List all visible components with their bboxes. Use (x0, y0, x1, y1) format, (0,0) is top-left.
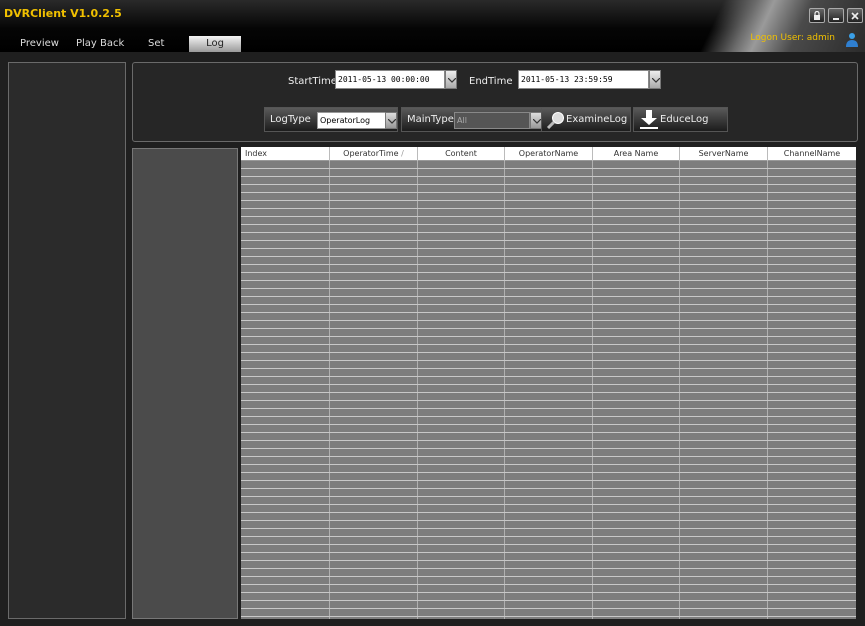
start-time-field[interactable]: 2011-05-13 00:00:00 (335, 70, 445, 89)
end-time-dropdown[interactable] (649, 70, 661, 89)
lock-button[interactable] (809, 8, 825, 23)
user-icon (846, 33, 858, 47)
app-title: DVRClient V1.0.2.5 (4, 7, 122, 20)
chevron-down-icon (448, 78, 456, 83)
close-button[interactable] (847, 8, 863, 23)
column-header-areaname[interactable]: Area Name (593, 147, 680, 161)
sort-indicator-icon: / (401, 149, 404, 158)
column-header-index[interactable]: Index (241, 147, 330, 161)
table-header: Index OperatorTime / Content OperatorNam… (241, 147, 856, 161)
title-bar: DVRClient V1.0.2.5 Preview Play Back Set… (0, 0, 865, 52)
column-header-servername[interactable]: ServerName (680, 147, 768, 161)
chevron-down-icon (388, 119, 396, 124)
table-body[interactable] (241, 161, 856, 619)
minimize-button[interactable] (828, 8, 844, 23)
chevron-down-icon (533, 119, 541, 124)
menu-item-set[interactable]: Set (148, 36, 164, 52)
logtype-group: LogType OperatorLog (264, 107, 398, 132)
close-icon (851, 12, 859, 20)
minimize-icon (833, 18, 839, 20)
educe-log-label: EduceLog (660, 114, 709, 125)
menu-item-preview[interactable]: Preview (20, 36, 59, 52)
column-header-channelname[interactable]: ChannelName (768, 147, 856, 161)
maintype-select[interactable]: All (454, 112, 530, 129)
download-icon (640, 110, 658, 129)
log-table: Index OperatorTime / Content OperatorNam… (241, 147, 856, 619)
maintype-label: MainType (407, 114, 454, 125)
menu-item-log[interactable]: Log (189, 36, 241, 52)
left-panel (8, 62, 126, 619)
column-header-operatortime[interactable]: OperatorTime / (330, 147, 418, 161)
logtype-select[interactable]: OperatorLog (317, 112, 387, 129)
end-time-label: EndTime (469, 76, 513, 87)
examine-log-button[interactable]: ExamineLog (541, 107, 631, 132)
end-time-field[interactable]: 2011-05-13 23:59:59 (518, 70, 649, 89)
examine-log-label: ExamineLog (566, 114, 628, 125)
start-time-label: StartTime (288, 76, 337, 87)
column-header-label: OperatorTime (343, 149, 399, 158)
start-time-dropdown[interactable] (445, 70, 457, 89)
lock-icon (814, 11, 820, 20)
column-header-content[interactable]: Content (418, 147, 505, 161)
logtype-dropdown[interactable] (385, 112, 397, 129)
device-tree-panel (132, 148, 238, 619)
educe-log-button[interactable]: EduceLog (633, 107, 728, 132)
menu-item-playback[interactable]: Play Back (76, 36, 124, 52)
logon-user-label: Logon User: admin (750, 33, 835, 43)
logtype-label: LogType (270, 114, 311, 125)
chevron-down-icon (652, 78, 660, 83)
maintype-group: MainType All (401, 107, 545, 132)
search-icon (546, 112, 564, 129)
column-header-operatorname[interactable]: OperatorName (505, 147, 593, 161)
